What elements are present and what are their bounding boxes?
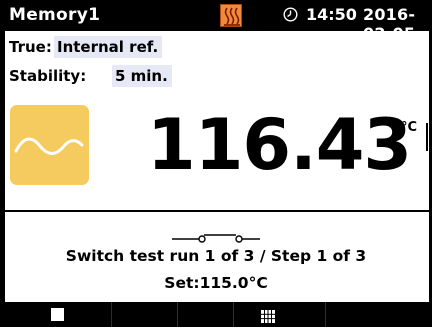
setpoint-text: Set:115.0°C: [164, 274, 268, 292]
clock-icon: [283, 7, 298, 22]
clock-date: 2016-02-05: [363, 5, 416, 43]
edge-marker: [426, 123, 428, 151]
true-label: True:: [9, 38, 52, 56]
switch-test-status: Switch test run 1 of 3 / Step 1 of 3: [65, 247, 367, 265]
title-bar: Memory1 14:50 2016-02-05: [0, 0, 432, 43]
stability-value-field[interactable]: 5 min.: [112, 65, 172, 87]
softkey-5[interactable]: [326, 302, 432, 327]
section-divider: [0, 210, 432, 212]
sine-wave-icon[interactable]: [10, 105, 89, 185]
softkey-2[interactable]: [112, 302, 178, 327]
stability-label: Stability:: [9, 67, 87, 85]
softkey-keypad[interactable]: [234, 302, 326, 327]
keypad-icon: [261, 308, 275, 323]
memory-name: Memory1: [9, 5, 101, 25]
temperature-reading: 116.43: [147, 104, 412, 186]
heater-icon: [220, 4, 242, 27]
stop-icon: [51, 308, 64, 321]
true-value-field[interactable]: Internal ref.: [54, 36, 163, 58]
softkey-bar: [0, 302, 432, 327]
switch-icon: [172, 226, 260, 244]
clock-time: 14:50: [306, 5, 357, 24]
softkey-stop[interactable]: [0, 302, 112, 327]
softkey-3[interactable]: [178, 302, 234, 327]
temperature-unit: °C: [401, 120, 418, 135]
